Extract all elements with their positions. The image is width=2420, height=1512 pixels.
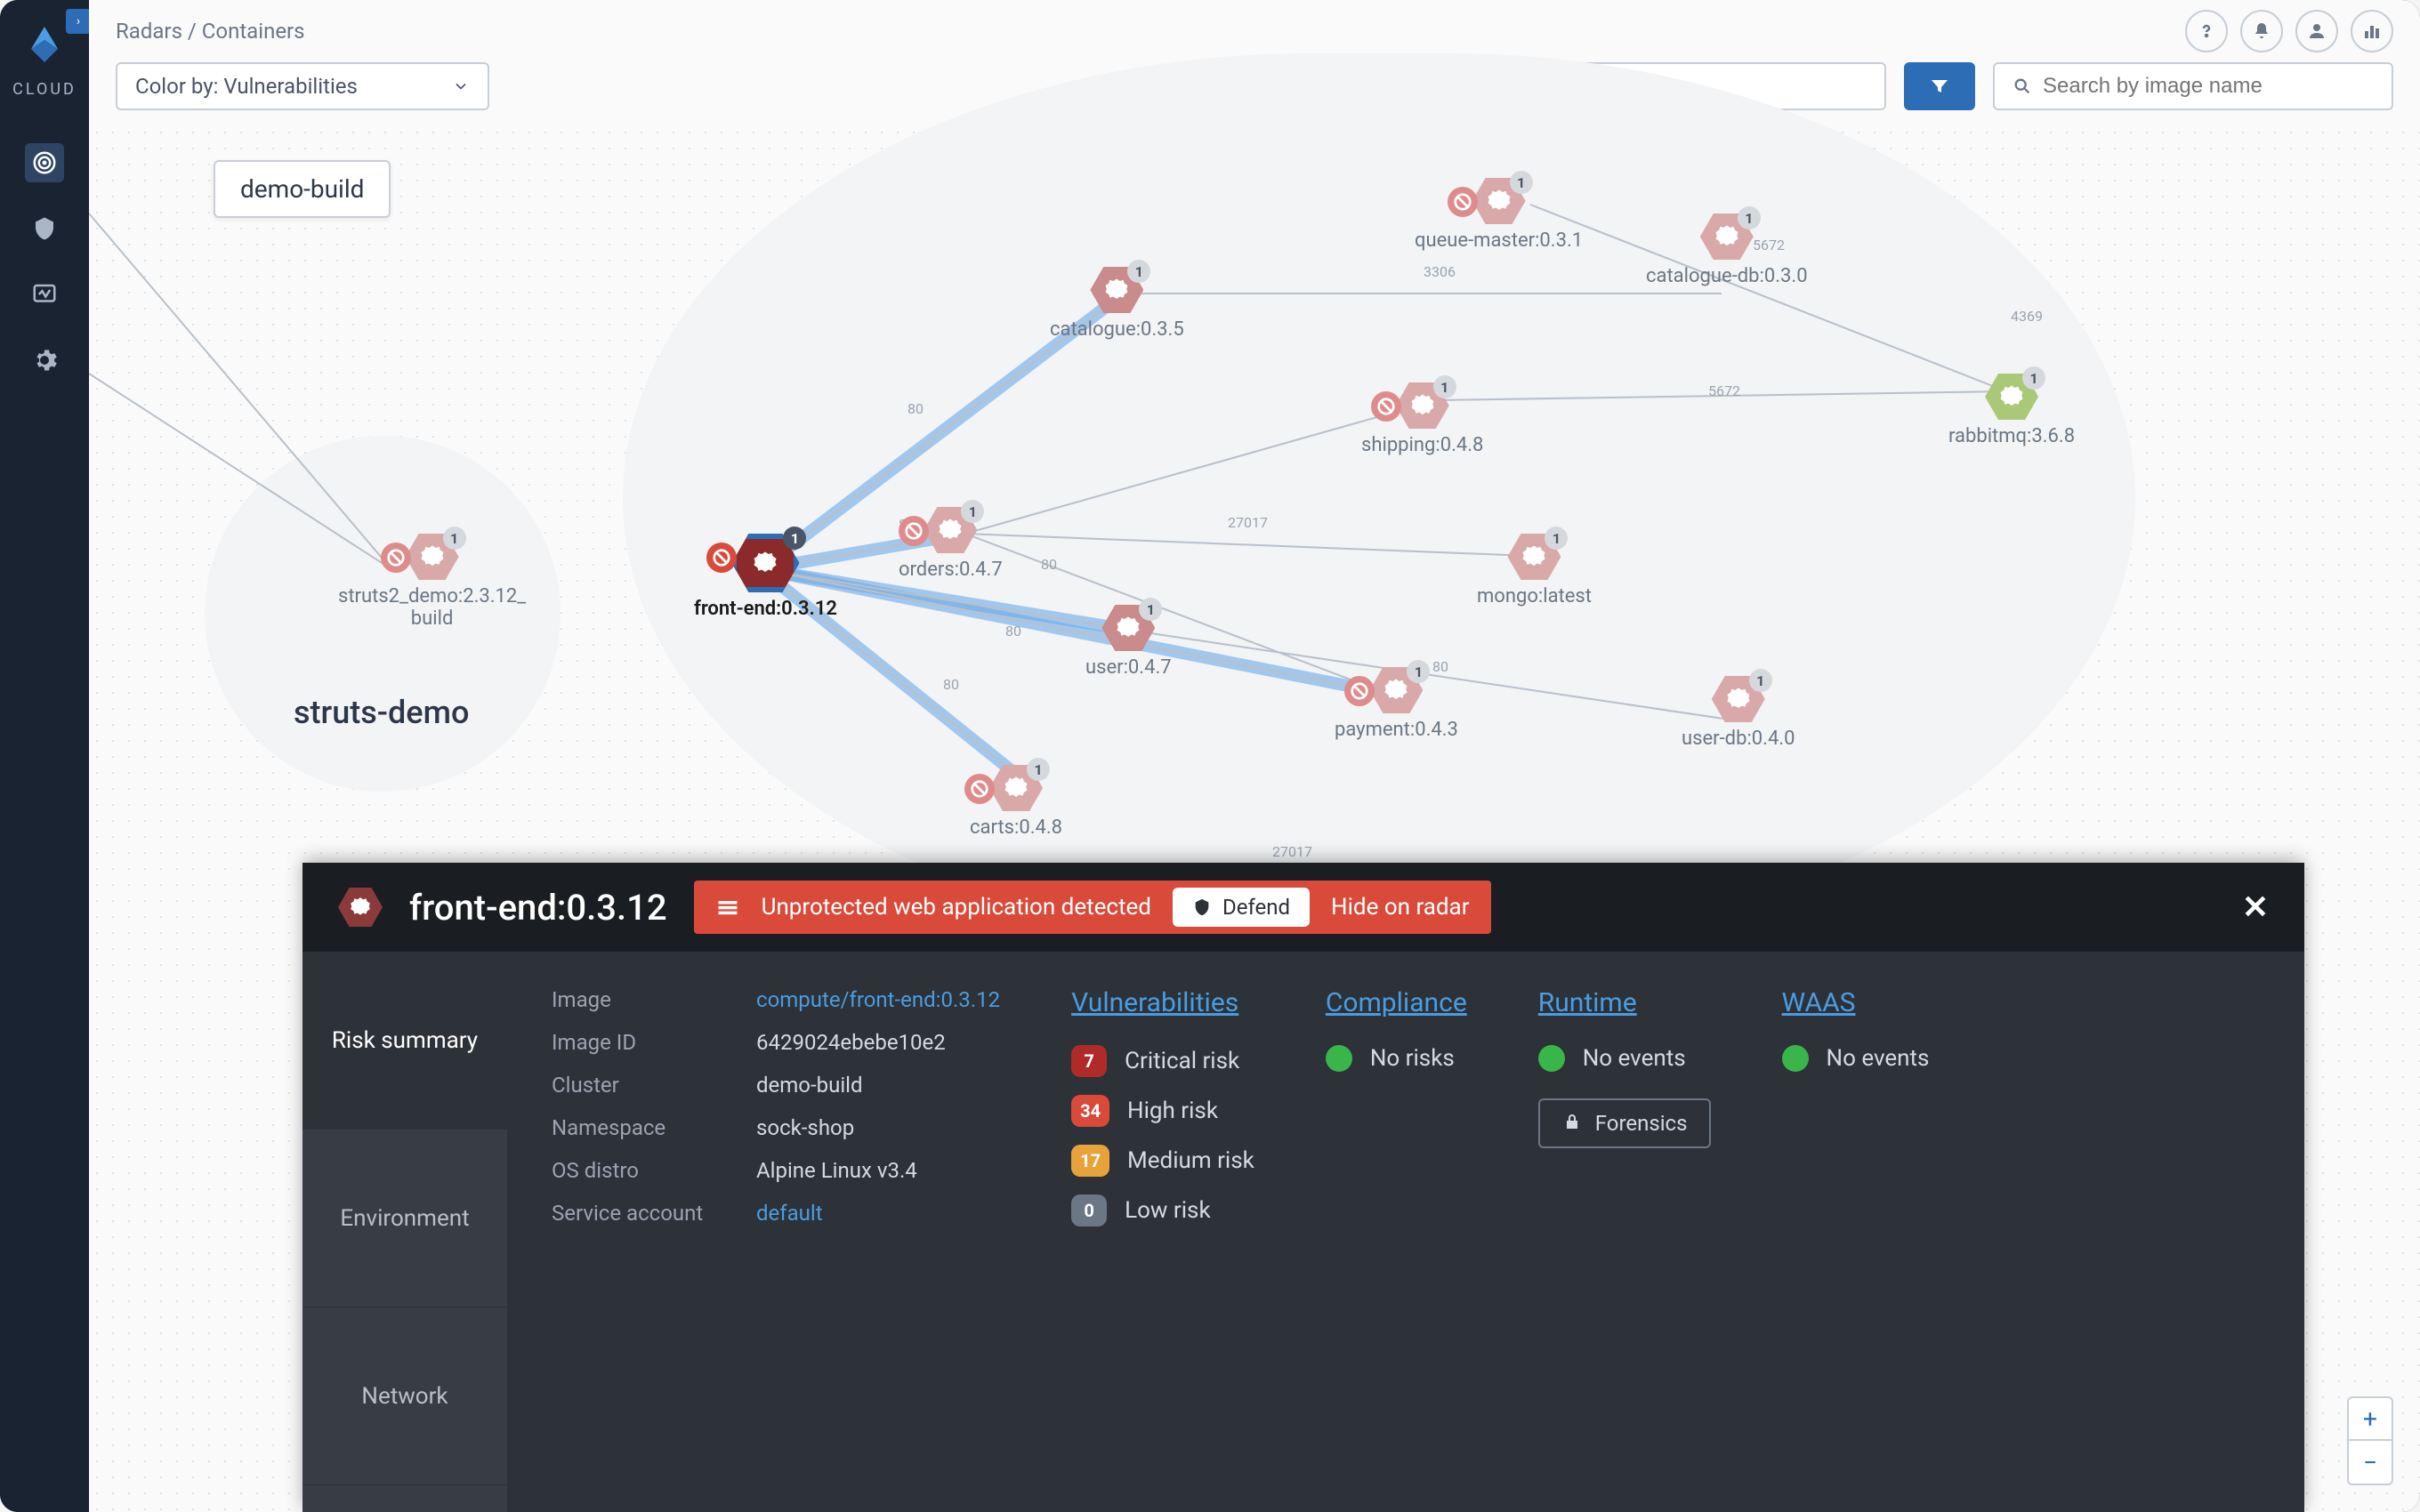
cluster-label-struts: struts-demo <box>294 694 469 731</box>
sidebar-collapse-button[interactable]: › <box>66 9 91 34</box>
warning-icon <box>715 895 740 920</box>
hide-on-radar-link[interactable]: Hide on radar <box>1331 894 1469 921</box>
node-payment[interactable]: 1 payment:0.4.3 <box>1335 667 1458 741</box>
filter-icon <box>1926 76 1953 97</box>
tab-network[interactable]: Network <box>302 1307 507 1485</box>
edge-label: 80 <box>908 400 924 417</box>
shield-icon <box>1192 897 1212 917</box>
detail-hex-icon <box>338 888 383 927</box>
breadcrumb-parent[interactable]: Radars <box>116 19 182 44</box>
node-orders[interactable]: 1 orders:0.4.7 <box>899 507 1003 581</box>
blocked-icon <box>899 516 929 546</box>
search-wrap <box>1993 62 2393 110</box>
bell-icon[interactable] <box>2240 10 2283 52</box>
edge-label: 5672 <box>1708 382 1740 399</box>
zoom-in-button[interactable]: + <box>2349 1398 2392 1441</box>
node-rabbitmq[interactable]: 1 rabbitmq:3.6.8 <box>1948 374 2075 447</box>
nav-monitor[interactable] <box>25 275 64 314</box>
vuln-title-link[interactable]: Vulnerabilities <box>1071 987 1254 1018</box>
zoom-controls: + − <box>2347 1396 2393 1485</box>
node-mongo[interactable]: 1 mongo:latest <box>1477 534 1592 607</box>
node-cataloguedb[interactable]: 1 catalogue-db:0.3.0 <box>1646 213 1808 287</box>
user-icon[interactable] <box>2295 10 2338 52</box>
node-shipping[interactable]: 1 shipping:0.4.8 <box>1361 382 1483 456</box>
edge-label: 3306 <box>1424 263 1456 280</box>
info-column: Imagecompute/front-end:0.3.12 Image ID64… <box>552 987 1000 1476</box>
zoom-out-button[interactable]: − <box>2349 1441 2392 1484</box>
blocked-icon <box>1344 676 1375 706</box>
detail-panel: front-end:0.3.12 Unprotected web applica… <box>302 863 2304 1512</box>
status-dot-green <box>1782 1045 1809 1072</box>
edge-label: 80 <box>943 676 959 693</box>
forensics-button[interactable]: Forensics <box>1538 1098 1711 1148</box>
detail-tabs: Risk summary Environment Network <box>302 952 507 1512</box>
brand-logo <box>18 18 71 71</box>
close-button[interactable]: ✕ <box>2242 889 2269 926</box>
edge-label: 80 <box>1005 623 1021 639</box>
edge-label: 27017 <box>1228 514 1268 531</box>
waas-column: WAAS No events <box>1782 987 1930 1476</box>
breadcrumb: Radars / Containers <box>116 19 305 44</box>
node-user[interactable]: 1 user:0.4.7 <box>1085 605 1172 679</box>
alert-bar: Unprotected web application detected Def… <box>694 881 1491 934</box>
cluster-tag[interactable]: demo-build <box>214 160 391 218</box>
forensics-icon <box>1561 1113 1583 1134</box>
status-dot-green <box>1326 1045 1352 1072</box>
compliance-title-link[interactable]: Compliance <box>1326 987 1467 1018</box>
image-link[interactable]: compute/front-end:0.3.12 <box>756 987 1000 1012</box>
tab-environment[interactable]: Environment <box>302 1130 507 1307</box>
sa-link[interactable]: default <box>756 1201 823 1226</box>
blocked-icon <box>1371 391 1401 422</box>
node-struts2[interactable]: 1 struts2_demo:2.3.12_ build <box>338 534 526 630</box>
edge-label: 4369 <box>2011 308 2043 325</box>
node-queuemaster[interactable]: 1 queue-master:0.3.1 <box>1415 178 1583 252</box>
help-icon[interactable] <box>2185 10 2228 52</box>
nav-settings[interactable] <box>25 341 64 380</box>
topbar: Radars / Containers <box>89 0 2420 62</box>
filter-button[interactable] <box>1904 62 1975 110</box>
node-frontend[interactable]: 1 front-end:0.3.12 <box>694 534 837 620</box>
nav-defend[interactable] <box>25 209 64 248</box>
blocked-icon <box>964 774 995 804</box>
defend-button[interactable]: Defend <box>1173 888 1310 927</box>
brand-text: CLOUD <box>12 80 77 99</box>
blocked-icon <box>1448 187 1478 217</box>
sidebar: › CLOUD <box>0 0 89 1512</box>
status-dot-green <box>1538 1045 1565 1072</box>
node-userdb[interactable]: 1 user-db:0.4.0 <box>1682 676 1795 750</box>
vuln-column: Vulnerabilities 7Critical risk 34High ri… <box>1071 987 1254 1476</box>
breadcrumb-current: Containers <box>202 19 305 44</box>
node-catalogue[interactable]: 1 catalogue:0.3.5 <box>1050 267 1184 341</box>
runtime-title-link[interactable]: Runtime <box>1538 987 1711 1018</box>
runtime-column: Runtime No events Forensics <box>1538 987 1711 1476</box>
blocked-icon <box>706 543 737 573</box>
detail-title: front-end:0.3.12 <box>409 887 667 929</box>
chevron-down-icon <box>452 77 470 95</box>
edge-label: 80 <box>1041 556 1057 573</box>
search-icon <box>2013 76 2032 96</box>
stats-icon[interactable] <box>2351 10 2393 52</box>
blocked-icon <box>381 543 411 573</box>
waas-title-link[interactable]: WAAS <box>1782 987 1930 1018</box>
compliance-column: Compliance No risks <box>1326 987 1467 1476</box>
detail-header: front-end:0.3.12 Unprotected web applica… <box>302 863 2304 952</box>
search-input[interactable] <box>2043 74 2374 99</box>
tab-risk-summary[interactable]: Risk summary <box>302 952 507 1130</box>
colorby-dropdown[interactable]: Color by: Vulnerabilities <box>116 62 489 110</box>
edge-label: 27017 <box>1272 843 1312 860</box>
nav-radar[interactable] <box>25 143 64 182</box>
node-carts[interactable]: 1 carts:0.4.8 <box>970 765 1062 839</box>
